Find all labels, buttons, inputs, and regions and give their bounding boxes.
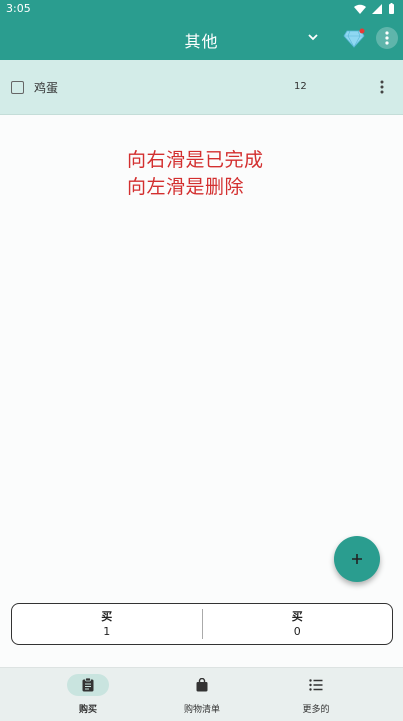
item-list: 鸡蛋 12	[0, 60, 403, 115]
nav-icon-wrap	[67, 674, 109, 696]
more-vertical-icon	[380, 80, 384, 94]
summary-cell: 买 1	[12, 604, 202, 644]
shopping-bag-icon	[196, 678, 208, 692]
swipe-hint: 向右滑是已完成 向左滑是删除	[127, 147, 264, 201]
add-item-button[interactable]	[334, 536, 380, 582]
nav-item-shopping-list[interactable]: 购物清单	[162, 674, 242, 715]
summary-label: 买	[101, 610, 113, 623]
summary-cell: 买 0	[203, 604, 393, 644]
item-more-button[interactable]	[374, 78, 390, 96]
purchase-summary: 买 1 买 0	[11, 603, 393, 645]
nav-item-more[interactable]: 更多的	[276, 674, 356, 715]
clipboard-icon	[82, 678, 94, 692]
nav-label: 更多的	[302, 705, 330, 715]
swipe-hint-line2: 向左滑是删除	[127, 176, 245, 198]
chevron-down-icon[interactable]	[306, 30, 320, 44]
nav-item-buy[interactable]: 购买	[48, 674, 128, 715]
swipe-hint-line1: 向右滑是已完成	[127, 149, 264, 171]
signal-icon	[372, 3, 382, 14]
summary-label: 买	[291, 610, 303, 623]
app-bar: 其他	[0, 18, 403, 60]
nav-label: 购买	[78, 705, 97, 715]
status-time: 3:05	[6, 2, 31, 15]
diamond-icon[interactable]	[343, 28, 365, 48]
plus-icon	[352, 554, 362, 564]
battery-icon	[389, 3, 394, 14]
item-quantity: 12	[294, 81, 307, 92]
more-options-button[interactable]	[376, 27, 398, 49]
summary-value: 1	[103, 625, 111, 638]
item-checkbox[interactable]	[11, 81, 24, 94]
status-bar: 3:05	[0, 0, 403, 18]
status-icons	[354, 3, 395, 14]
nav-icon-wrap	[181, 674, 223, 696]
wifi-icon	[354, 4, 366, 14]
nav-label: 购物清单	[183, 705, 220, 715]
nav-icon-wrap	[295, 674, 337, 696]
list-item[interactable]: 鸡蛋 12	[0, 60, 403, 115]
bottom-nav: 购买 购物清单 更多的	[0, 667, 403, 721]
list-icon	[309, 679, 323, 691]
item-name: 鸡蛋	[34, 81, 59, 95]
summary-value: 0	[293, 625, 301, 638]
more-vertical-icon	[385, 31, 389, 45]
